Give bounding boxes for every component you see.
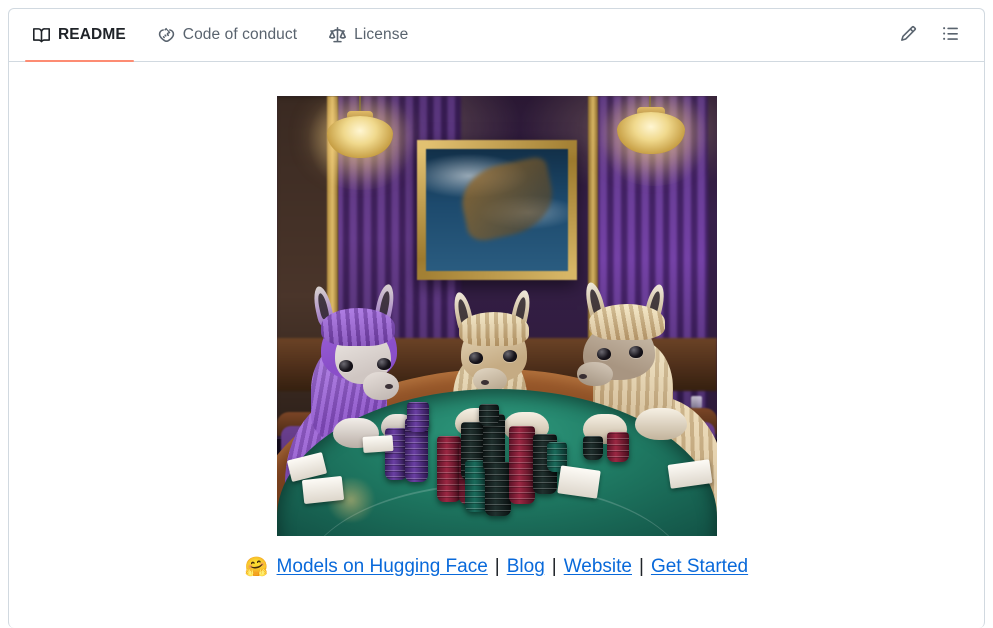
- tab-license[interactable]: License: [313, 9, 424, 61]
- tab-readme[interactable]: README: [17, 9, 142, 62]
- chip-stack: [406, 402, 429, 432]
- chip-stack: [582, 436, 603, 460]
- chip-stack: [436, 436, 461, 502]
- llama-purple-eye-left: [338, 360, 353, 372]
- llama-middle-mane: [458, 312, 529, 346]
- chandelier-right: [616, 112, 685, 154]
- link-separator: |: [494, 556, 500, 577]
- link-get-started[interactable]: Get Started: [651, 556, 748, 578]
- llama-purple-nostril: [384, 384, 393, 389]
- chip-stack: [478, 404, 499, 426]
- tab-code-of-conduct[interactable]: Code of conduct: [142, 9, 313, 61]
- pencil-icon: [900, 25, 917, 45]
- list-unordered-icon: [942, 25, 959, 45]
- readme-link-row: 🤗 Models on Hugging Face | Blog | Websit…: [245, 556, 748, 578]
- book-icon: [33, 27, 50, 44]
- playing-card: [361, 434, 394, 454]
- readme-tabbar: README Code of conduct License: [9, 9, 984, 62]
- tabbar-actions: [894, 21, 976, 49]
- link-separator: |: [639, 556, 644, 577]
- llama-middle-nostril: [480, 380, 489, 385]
- tab-code-of-conduct-label: Code of conduct: [182, 26, 298, 44]
- outline-button[interactable]: [936, 21, 964, 49]
- playing-card: [301, 475, 344, 505]
- chip-stack: [508, 426, 535, 504]
- link-blog[interactable]: Blog: [507, 556, 545, 578]
- llama-middle-eye-right: [502, 350, 517, 362]
- link-separator: |: [551, 556, 557, 577]
- llama-purple-eye-right: [376, 358, 391, 370]
- paw-right-right: [634, 408, 687, 440]
- link-website[interactable]: Website: [564, 556, 632, 578]
- framed-painting: [416, 140, 577, 280]
- llama-purple-snout: [362, 372, 399, 400]
- hugging-face-emoji: 🤗: [244, 556, 269, 578]
- llama-right-mane: [588, 304, 665, 340]
- repository-readme-card: README Code of conduct License 🤗 Models …: [8, 8, 985, 628]
- chandelier-left: [326, 116, 393, 158]
- heart-handshake-icon: [158, 27, 175, 44]
- llama-purple-mane: [320, 308, 395, 346]
- link-models-on-hugging-face[interactable]: Models on Hugging Face: [277, 556, 488, 578]
- tab-license-label: License: [354, 26, 409, 44]
- llama-middle-eye-left: [468, 352, 483, 364]
- scale-icon: [329, 26, 347, 44]
- chip-stack: [484, 462, 511, 516]
- chip-stack: [606, 432, 629, 462]
- readme-content: 🤗 Models on Hugging Face | Blog | Websit…: [9, 62, 984, 602]
- tab-list: README Code of conduct License: [17, 9, 424, 62]
- edit-readme-button[interactable]: [894, 21, 922, 49]
- llama-right-eye-left: [596, 348, 611, 360]
- tab-readme-label: README: [58, 26, 126, 44]
- llama-right-nostril: [578, 374, 587, 379]
- llama-right-eye-right: [628, 346, 643, 358]
- playing-card: [556, 465, 601, 499]
- llamas-poker-image: [276, 96, 717, 536]
